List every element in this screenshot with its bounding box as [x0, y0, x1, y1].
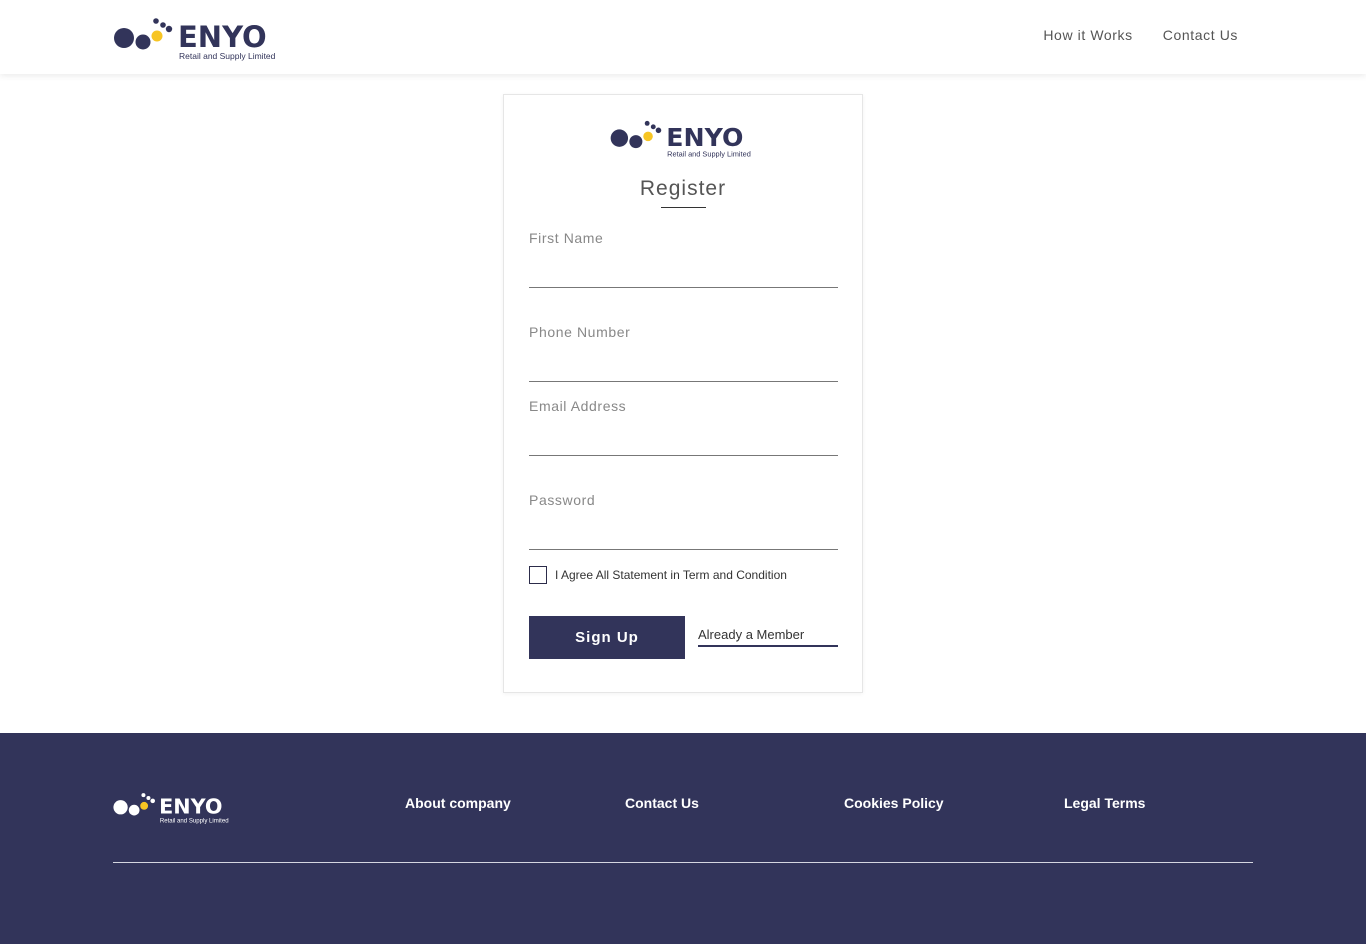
- page-title: Register: [639, 177, 727, 200]
- brand-name: ENYO: [666, 123, 743, 152]
- main-nav: How it Works Contact Us: [1043, 27, 1238, 43]
- brand-tagline: Retail and Supply Limited: [667, 149, 751, 158]
- brand-tagline: Retail and Supply Limited: [160, 818, 229, 824]
- terms-label: I Agree All Statement in Term and Condit…: [555, 568, 787, 582]
- phone-field: Phone Number: [529, 324, 838, 382]
- footer-cookies-policy[interactable]: Cookies Policy: [844, 795, 944, 811]
- first-name-label: First Name: [529, 230, 604, 246]
- already-member-link[interactable]: Already a Member: [698, 627, 838, 647]
- email-input[interactable]: [529, 428, 838, 456]
- brand-tagline: Retail and Supply Limited: [179, 51, 276, 61]
- sign-up-button[interactable]: Sign Up: [529, 616, 685, 659]
- site-header: ENYO Retail and Supply Limited How it Wo…: [0, 0, 1366, 74]
- email-label: Email Address: [529, 398, 627, 414]
- password-input[interactable]: [529, 522, 838, 550]
- footer-legal-terms[interactable]: Legal Terms: [1064, 795, 1145, 811]
- terms-agreement: I Agree All Statement in Term and Condit…: [529, 566, 787, 584]
- register-card: ENYO Retail and Supply Limited Register …: [503, 94, 863, 693]
- enyo-logo[interactable]: ENYO Retail and Supply Limited: [112, 16, 287, 62]
- checkbox-icon[interactable]: [529, 566, 547, 584]
- site-footer: ENYO Retail and Supply Limited About com…: [0, 733, 1366, 944]
- password-field: Password: [529, 492, 838, 550]
- enyo-logo[interactable]: ENYO Retail and Supply Limited: [112, 791, 237, 825]
- nav-how-it-works[interactable]: How it Works: [1043, 27, 1132, 43]
- email-field: Email Address: [529, 398, 838, 456]
- first-name-input[interactable]: [529, 260, 838, 288]
- phone-input[interactable]: [529, 354, 838, 382]
- first-name-field: First Name: [529, 230, 838, 288]
- title-underline: [661, 207, 706, 208]
- enyo-logo: ENYO Retail and Supply Limited: [610, 120, 751, 158]
- password-label: Password: [529, 492, 596, 508]
- brand-name: ENYO: [159, 795, 222, 819]
- footer-about-company[interactable]: About company: [405, 795, 511, 811]
- nav-contact-us[interactable]: Contact Us: [1163, 27, 1238, 43]
- phone-label: Phone Number: [529, 324, 631, 340]
- footer-contact-us[interactable]: Contact Us: [625, 795, 699, 811]
- brand-name: ENYO: [178, 20, 267, 54]
- footer-divider: [113, 862, 1253, 863]
